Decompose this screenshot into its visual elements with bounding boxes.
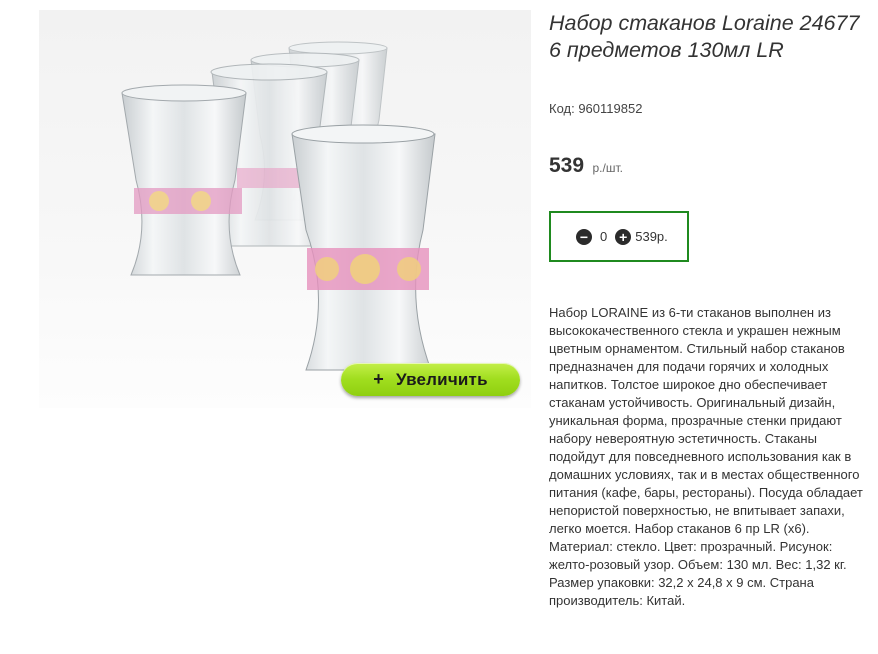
product-description: Набор LORAINE из 6-ти стаканов выполнен … <box>549 305 863 608</box>
product-price: 539 р./шт. <box>549 154 623 178</box>
product-image[interactable] <box>39 10 531 408</box>
glasses-photo <box>121 41 436 371</box>
plus-icon: + <box>373 369 384 389</box>
zoom-button[interactable]: + Увеличить <box>341 363 520 396</box>
price-amount: 539 <box>549 154 585 177</box>
price-unit: р./шт. <box>592 161 623 175</box>
plus-circle-icon[interactable]: + <box>615 228 632 245</box>
product-code: Код: 960119852 <box>549 101 643 116</box>
quantity-value: 0 <box>600 229 608 244</box>
zoom-label: Увеличить <box>395 369 488 389</box>
minus-icon[interactable]: − <box>576 228 592 245</box>
line-total: 539р. <box>635 229 668 244</box>
product-title: Набор стаканов Loraine 24677 6 предметов… <box>549 11 860 62</box>
quantity-stepper: − 0 + 539р. <box>549 211 689 262</box>
